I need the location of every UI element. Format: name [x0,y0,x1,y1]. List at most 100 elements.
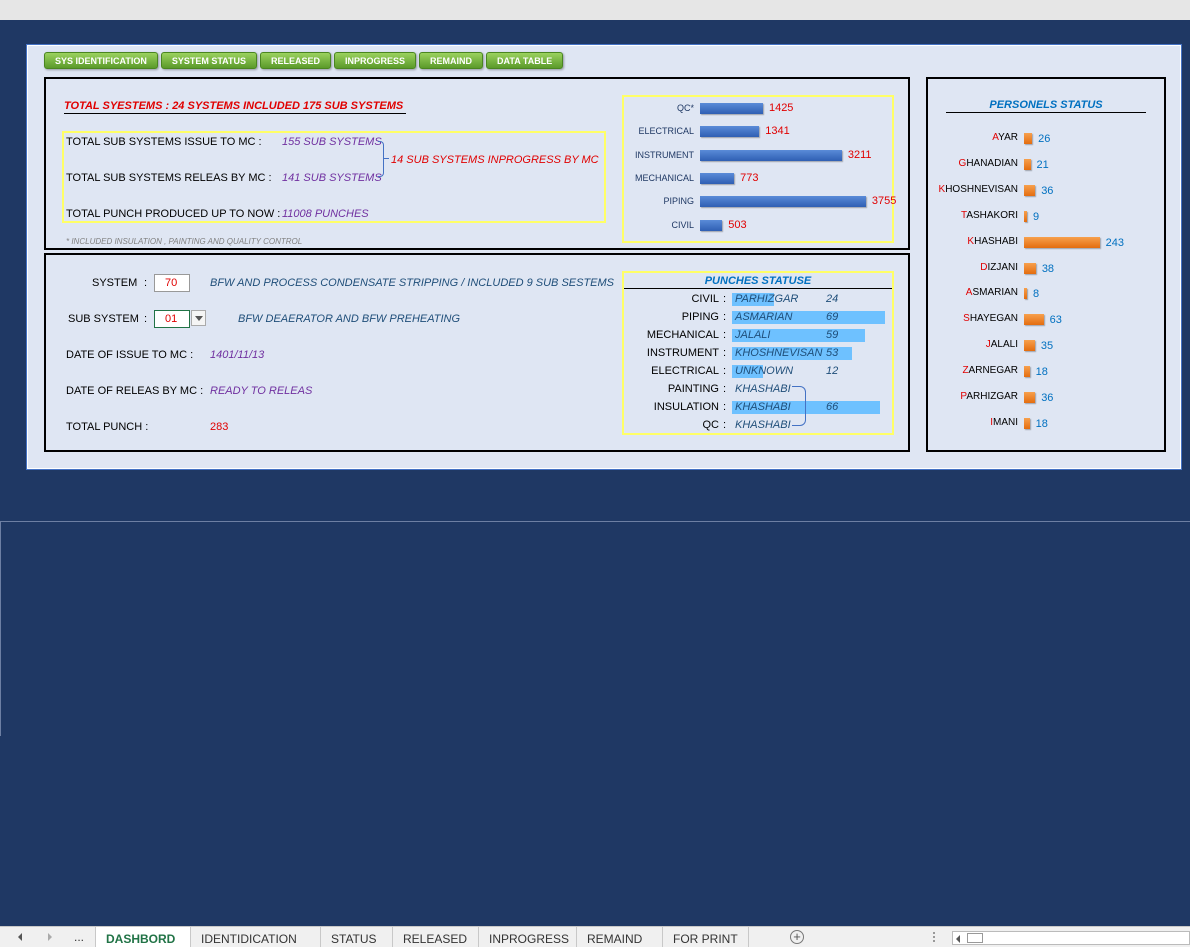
subsystem-input[interactable]: 01 [154,310,190,328]
punch-responsible: PARHIZGAR [735,293,799,305]
punches-status-title: PUNCHES STATUSE [624,275,892,289]
release-date-label: DATE OF RELEAS BY MC : [66,385,204,397]
punch-row-electrical: ELECTRICAL: UNKNOWN 12 [624,363,894,381]
nav-system-status-button[interactable]: SYSTEM STATUS [160,52,258,69]
punch-count: 24 [826,293,839,305]
personnel-value-tashakori: 9 [1033,210,1040,223]
sheet-tab-remaind[interactable]: REMAIND [577,927,663,947]
punch-discipline: QC [702,419,720,431]
punch-responsible: KHASHABI [735,383,791,395]
personnel-label-asmarian: ASMARIAN [928,287,1018,298]
discipline-bar-mechanical [700,172,735,184]
punch-row-piping: PIPING: ASMARIAN 69 [624,309,894,327]
punch-discipline: INSULATION [653,401,719,413]
issue-label: TOTAL SUB SYSTEMS ISSUE TO MC : [66,136,262,148]
personnel-label-initial: S [963,313,970,325]
personnel-bar-parhizgar [1024,392,1036,403]
discipline-chart: QC* 1425 ELECTRICAL 1341 INSTRUMENT 3211 MECHA… [622,95,897,243]
horizontal-scrollbar[interactable] [952,931,1190,945]
personnel-value-asmarian: 8 [1033,288,1040,301]
personnel-label-rest: HASHABI [974,235,1018,247]
personnel-value-zarnegar: 18 [1035,366,1048,379]
scroll-left-icon[interactable] [18,933,22,941]
brace [378,141,384,177]
scrollbar-left-arrow-icon[interactable] [956,935,960,943]
ribbon-area [0,0,1190,20]
personnel-chart-plot: AYAR 26 GHANADIAN 21 KHOSHNEVISAN 36 TASHAKORI… [928,127,1164,437]
issue-date-label: DATE OF ISSUE TO MC : [66,349,194,361]
nav-released-button[interactable]: RELEASED [260,52,332,69]
scroll-right-icon[interactable] [48,933,52,941]
punch-row-painting: PAINTING: KHASHABI [624,381,894,399]
personnel-bar-jalali [1024,340,1035,352]
sheet-tab-for-print[interactable]: FOR PRINT [663,927,749,947]
personnel-label-rest: ARHIZGAR [966,391,1018,402]
personnel-title: PERSONELS STATUS [946,99,1146,113]
personnel-label-imani: IMANI [928,417,1018,428]
punches-status-box: PUNCHES STATUSE CIVIL: PARHIZGAR 24 PIPING:… [622,271,894,435]
discipline-label-civil: CIVIL [671,219,694,230]
punch-colon: : [723,329,727,341]
more-tabs-button[interactable]: ... [74,930,84,944]
personnel-value-khashabi: 243 [1105,236,1124,249]
personnel-bar-ayar [1024,133,1033,144]
punch-row-civil: CIVIL: PARHIZGAR 24 [624,291,894,309]
personnel-value-ayar: 26 [1038,133,1051,145]
system-input[interactable]: 70 [154,274,190,292]
release-label: TOTAL SUB SYSTEMS RELEAS BY MC : [66,172,272,184]
sheet-tab-released[interactable]: RELEASED [393,927,479,947]
sheet-tab-bar: ... DASHBORD IDENTIDICATION STATUS RELEASED… [0,926,1190,947]
personnel-label-shayegan: SHAYEGAN [928,313,1018,324]
sheet-tab-status[interactable]: STATUS [321,927,393,947]
discipline-value-instrument: 3211 [847,148,872,161]
scrollbar-thumb[interactable] [967,933,983,943]
punch-row-mechanical: MECHANICAL: JALALI 59 [624,327,894,345]
punch-count: 66 [826,401,839,413]
discipline-label-qc: QC* [676,103,694,113]
punch-discipline: CIVIL [691,293,719,305]
subsystem-dropdown-button[interactable] [191,310,206,326]
personnel-value-jalali: 35 [1040,340,1054,353]
punch-row-instrument: INSTRUMENT: KHOSHNEVISAN 53 [624,345,894,363]
personnel-label-rest: IZJANI [987,261,1018,273]
personnel-label-rest: HANADIAN [966,157,1018,169]
personnel-bar-khashabi [1024,236,1100,248]
nav-inprogress-button[interactable]: INPROGRESS [334,52,417,69]
dashboard-panel: SYS IDENTIFICATION SYSTEM STATUS RELEASE… [26,44,1182,470]
discipline-label-instrument: INSTRUMENT [635,149,694,160]
footnote: * INCLUDED INSULATION , PAINTING AND QUA… [66,237,303,246]
punch-colon: : [723,419,727,431]
system-desc: BFW AND PROCESS CONDENSATE STRIPPING / I… [210,277,615,289]
subsystem-label: SUB SYSTEM [68,313,139,325]
punch-label: TOTAL PUNCH PRODUCED UP TO NOW : [66,208,281,220]
add-sheet-icon[interactable]: + [790,930,804,944]
sheet-tab-identidication[interactable]: IDENTIDICATION [191,927,321,947]
sheet-tab-dashbord[interactable]: DASHBORD [95,927,191,947]
total-systems-label: TOTAL SYESTEMS : [64,100,170,112]
total-punch-label: TOTAL PUNCH : [66,421,149,433]
system-colon: : [144,277,148,289]
issue-value: 155 SUB SYSTEMS [282,136,382,148]
punch-responsible: KHASHABI [735,419,791,431]
gridline [0,521,1190,522]
discipline-value-civil: 503 [728,218,747,231]
punch-colon: : [723,347,727,359]
punch-discipline: MECHANICAL [646,329,719,341]
punch-colon: : [723,383,727,395]
personnel-label-zarnegar: ZARNEGAR [928,365,1018,376]
discipline-bar-qc [700,103,763,114]
nav-remaind-button[interactable]: REMAIND [419,52,484,69]
discipline-value-electrical: 1341 [765,125,790,138]
nav-data-table-button[interactable]: DATA TABLE [486,52,564,69]
nav-sys-identification-button[interactable]: SYS IDENTIFICATION [44,52,158,69]
personnel-bar-imani [1024,417,1030,429]
personnel-bar-zarnegar [1024,366,1030,378]
discipline-value-piping: 3755 [871,195,897,208]
personnel-bar-dizjani [1024,262,1036,274]
gridline-vertical [0,522,1,736]
total-systems-line: TOTAL SYESTEMS : 24 SYSTEMS INCLUDED 175… [64,100,406,114]
separator-dots-icon [933,932,935,942]
punches-list: CIVIL: PARHIZGAR 24 PIPING: ASMARIAN 69 MECHAN… [624,291,892,435]
discipline-label-piping: PIPING [663,196,694,207]
sheet-tab-inprogress[interactable]: INPROGRESS [479,927,577,947]
